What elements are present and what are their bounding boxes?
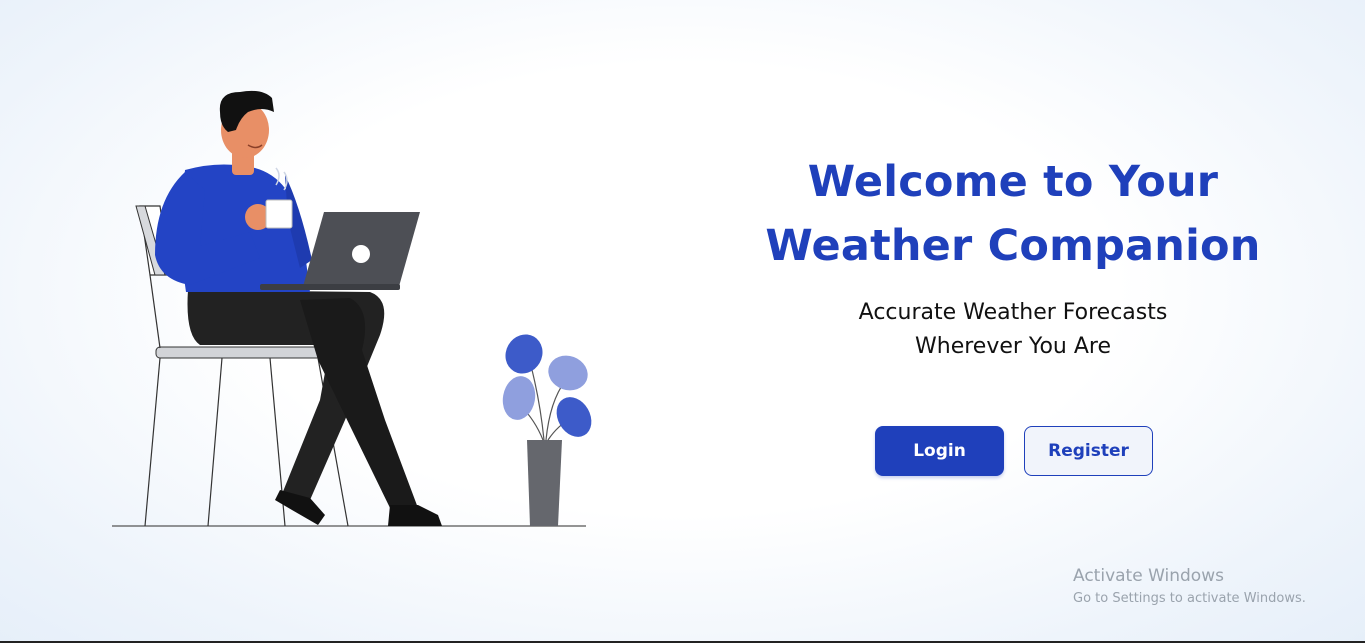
person-with-laptop-illustration [112,90,592,527]
page-subtitle: Accurate Weather Forecasts Wherever You … [700,296,1326,364]
torso-icon [155,164,312,292]
page-subtitle-line1: Accurate Weather Forecasts [858,300,1168,325]
page-subtitle-line2: Wherever You Are [915,334,1111,359]
welcome-page: Welcome to Your Weather Companion Accura… [0,0,1365,643]
page-title: Welcome to Your Weather Companion [700,150,1326,278]
register-button[interactable]: Register [1024,426,1153,476]
page-title-line2: Weather Companion [765,221,1261,271]
watermark-title: Activate Windows [1073,566,1224,586]
legs-icon [187,290,442,526]
watermark-subtitle: Go to Settings to activate Windows. [1073,591,1306,606]
auth-actions: Login Register [875,426,1153,476]
head-icon [219,90,274,175]
plant-icon [502,334,592,526]
login-button[interactable]: Login [875,426,1004,476]
page-title-line1: Welcome to Your [807,157,1219,207]
windows-activation-watermark: Activate Windows Go to Settings to activ… [1073,565,1306,609]
hero-section: Welcome to Your Weather Companion Accura… [700,150,1326,364]
